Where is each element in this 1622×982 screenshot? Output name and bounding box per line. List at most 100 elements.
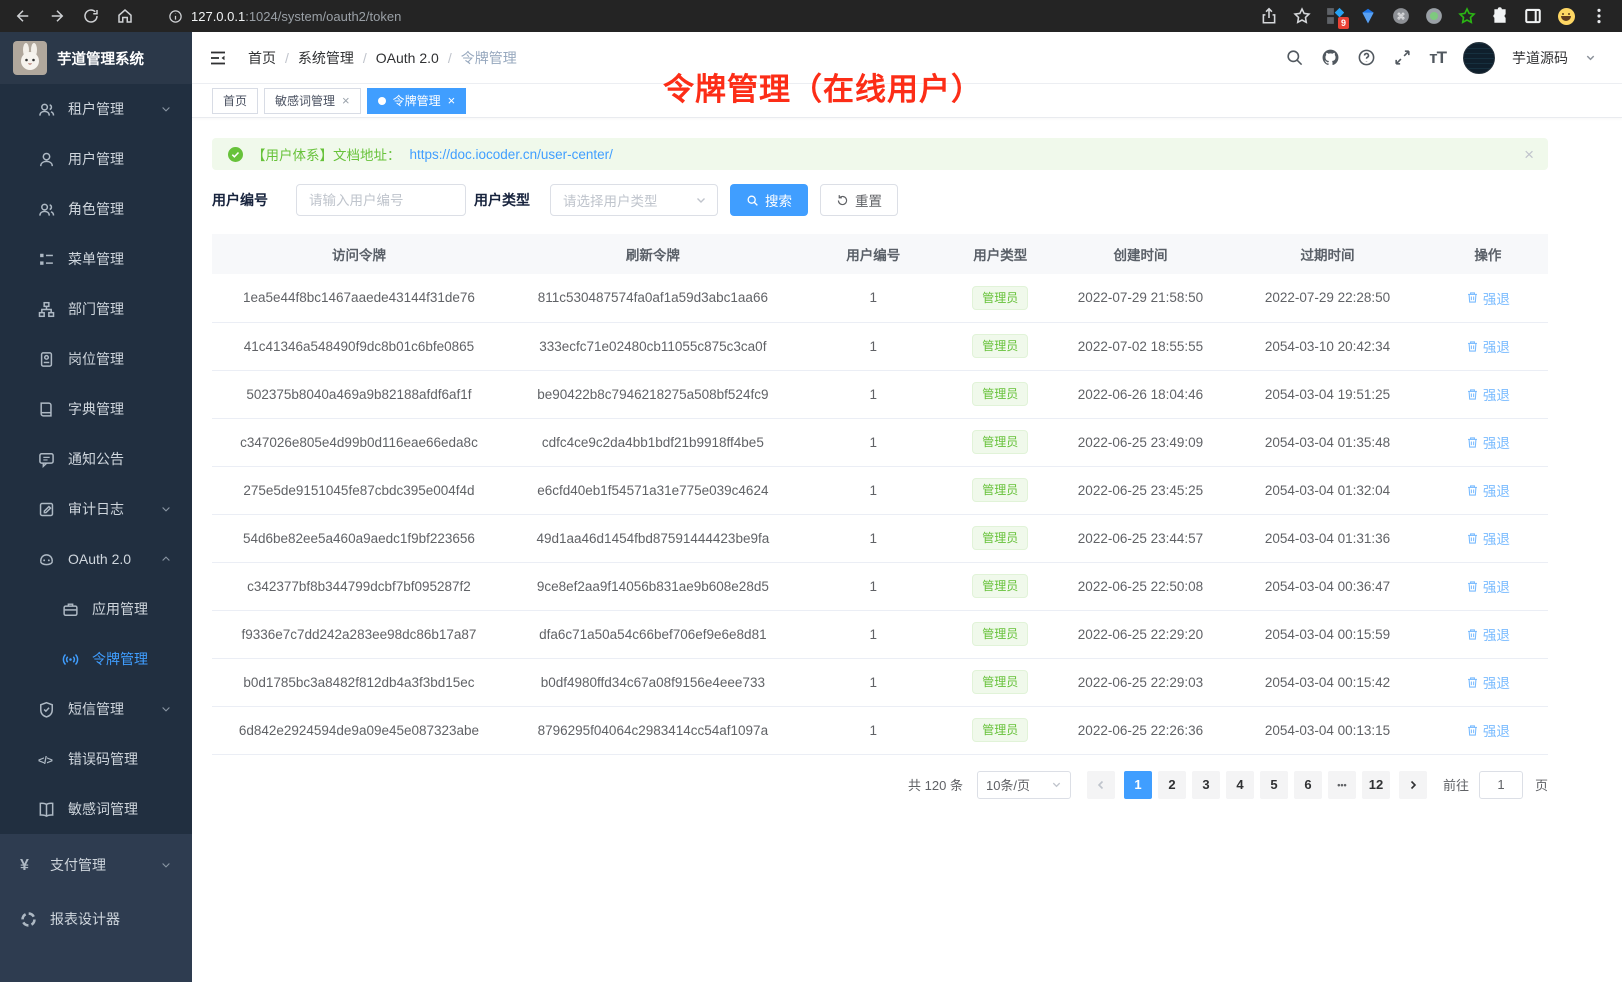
force-logout-button[interactable]: 强退	[1466, 432, 1510, 452]
hamburger-icon[interactable]	[208, 48, 228, 68]
sidebar-item-OAuth 2.0[interactable]: OAuth 2.0	[0, 534, 192, 584]
force-logout-button[interactable]: 强退	[1466, 480, 1510, 500]
table-row: 6d842e2924594de9a09e45e087323abe8796295f…	[212, 706, 1548, 754]
search-button[interactable]: 搜索	[730, 184, 808, 216]
page-button-2[interactable]: 2	[1158, 771, 1186, 799]
access-token-cell: 54d6be82ee5a460a9aedc1f9bf223656	[212, 514, 506, 562]
reset-button[interactable]: 重置	[820, 184, 898, 216]
prev-page-button[interactable]	[1087, 771, 1115, 799]
sidebar-panel-icon[interactable]	[1524, 7, 1542, 25]
close-icon[interactable]: ×	[342, 94, 350, 107]
page-button-12[interactable]: 12	[1362, 771, 1390, 799]
user-type-cell: 管理员	[947, 610, 1054, 658]
chevron-down-icon	[160, 703, 172, 715]
close-icon[interactable]: ×	[1524, 146, 1534, 163]
sidebar-item-角色管理[interactable]: 角色管理	[0, 184, 192, 234]
chevron-down-icon[interactable]	[1585, 52, 1596, 63]
command-circle-icon[interactable]: ⌘	[1392, 7, 1410, 25]
extension-grid-icon[interactable]: 9	[1326, 7, 1344, 25]
sidebar-item-应用管理[interactable]: 应用管理	[0, 584, 192, 634]
page-button-3[interactable]: 3	[1192, 771, 1220, 799]
info-icon[interactable]	[168, 9, 183, 24]
bookmark-star-icon[interactable]	[1293, 7, 1311, 25]
github-icon[interactable]	[1321, 48, 1340, 67]
sidebar-menu-bottom: ¥支付管理报表设计器	[0, 834, 192, 982]
breadcrumb-item[interactable]: 系统管理	[298, 48, 354, 68]
gem-icon[interactable]	[1359, 7, 1377, 25]
help-icon[interactable]	[1357, 48, 1376, 67]
share-icon[interactable]	[1260, 7, 1278, 25]
token-table: 访问令牌刷新令牌用户编号用户类型创建时间过期时间操作 1ea5e44f8bc14…	[212, 234, 1548, 755]
svg-text:⌘: ⌘	[1397, 11, 1406, 21]
user-type-select[interactable]: 请选择用户类型	[550, 184, 718, 216]
sidebar-item-菜单管理[interactable]: 菜单管理	[0, 234, 192, 284]
more-pages-button[interactable]: •••	[1328, 771, 1356, 799]
page-button-6[interactable]: 6	[1294, 771, 1322, 799]
tab-令牌管理[interactable]: 令牌管理×	[367, 88, 467, 114]
force-logout-button[interactable]: 强退	[1466, 384, 1510, 404]
next-page-button[interactable]	[1399, 771, 1427, 799]
user-type-badge: 管理员	[972, 478, 1028, 502]
user-id-cell: 1	[800, 706, 947, 754]
sidebar-item-审计日志[interactable]: 审计日志	[0, 484, 192, 534]
sidebar-item-通知公告[interactable]: 通知公告	[0, 434, 192, 484]
home-icon[interactable]	[116, 7, 134, 25]
puzzle-icon[interactable]	[1491, 7, 1509, 25]
tab-敏感词管理[interactable]: 敏感词管理×	[264, 88, 361, 114]
page-size-select[interactable]: 10条/页	[977, 771, 1071, 799]
goto-page-input[interactable]	[1479, 771, 1523, 799]
action-cell: 强退	[1428, 658, 1548, 706]
sidebar-item-字典管理[interactable]: 字典管理	[0, 384, 192, 434]
back-icon[interactable]	[14, 7, 32, 25]
check-circle-icon	[228, 147, 243, 162]
page-button-4[interactable]: 4	[1226, 771, 1254, 799]
force-logout-button[interactable]: 强退	[1466, 528, 1510, 548]
expire-time-cell: 2054-03-04 19:51:25	[1227, 370, 1427, 418]
created-time-cell: 2022-06-25 23:44:57	[1054, 514, 1228, 562]
sidebar-item-用户管理[interactable]: 用户管理	[0, 134, 192, 184]
expire-time-cell: 2054-03-10 20:42:34	[1227, 322, 1427, 370]
force-logout-button[interactable]: 强退	[1466, 576, 1510, 596]
fontsize-icon[interactable]: тT	[1429, 48, 1446, 68]
sidebar-item-敏感词管理[interactable]: 敏感词管理	[0, 784, 192, 834]
sidebar-item-岗位管理[interactable]: 岗位管理	[0, 334, 192, 384]
emoji-icon[interactable]	[1557, 7, 1575, 25]
sidebar-item-报表设计器[interactable]: 报表设计器	[0, 892, 192, 946]
forward-icon[interactable]	[48, 7, 66, 25]
green-star-icon[interactable]	[1458, 7, 1476, 25]
filter-form: 用户编号 用户类型 请选择用户类型 搜索 重置	[212, 184, 1548, 216]
breadcrumb-item[interactable]: OAuth 2.0	[376, 50, 439, 66]
refresh-icon[interactable]	[82, 7, 100, 25]
sidebar-item-错误码管理[interactable]: </>错误码管理	[0, 734, 192, 784]
token-broadcast-icon	[62, 651, 79, 668]
close-icon[interactable]: ×	[448, 94, 456, 107]
force-logout-button[interactable]: 强退	[1466, 720, 1510, 740]
force-logout-button[interactable]: 强退	[1466, 672, 1510, 692]
user-name[interactable]: 芋道源码	[1512, 48, 1568, 68]
url-bar[interactable]: 127.0.0.1:1024/system/oauth2/token	[168, 9, 401, 24]
force-logout-button[interactable]: 强退	[1466, 336, 1510, 356]
sidebar-item-令牌管理[interactable]: 令牌管理	[0, 634, 192, 684]
avatar[interactable]	[1463, 42, 1495, 74]
record-circle-icon[interactable]	[1425, 7, 1443, 25]
doc-link[interactable]: https://doc.iocoder.cn/user-center/	[410, 147, 613, 162]
sidebar-item-label: 审计日志	[68, 499, 124, 519]
tab-首页[interactable]: 首页	[212, 88, 258, 114]
user-id-input[interactable]	[296, 184, 466, 216]
created-time-cell: 2022-06-25 23:45:25	[1054, 466, 1228, 514]
app-logo[interactable]: 芋道管理系统	[0, 32, 192, 84]
search-icon[interactable]	[1285, 48, 1304, 67]
page-button-5[interactable]: 5	[1260, 771, 1288, 799]
sidebar-item-部门管理[interactable]: 部门管理	[0, 284, 192, 334]
access-token-cell: 1ea5e44f8bc1467aaede43144f31de76	[212, 274, 506, 322]
trash-icon	[1466, 628, 1479, 641]
sidebar-item-租户管理[interactable]: 租户管理	[0, 84, 192, 134]
page-button-1[interactable]: 1	[1124, 771, 1152, 799]
breadcrumb-item[interactable]: 首页	[248, 48, 276, 68]
fullscreen-icon[interactable]	[1393, 48, 1412, 67]
force-logout-button[interactable]: 强退	[1466, 624, 1510, 644]
sidebar-item-支付管理[interactable]: ¥支付管理	[0, 838, 192, 892]
kebab-menu-icon[interactable]	[1590, 7, 1608, 25]
force-logout-button[interactable]: 强退	[1466, 288, 1510, 308]
sidebar-item-短信管理[interactable]: 短信管理	[0, 684, 192, 734]
